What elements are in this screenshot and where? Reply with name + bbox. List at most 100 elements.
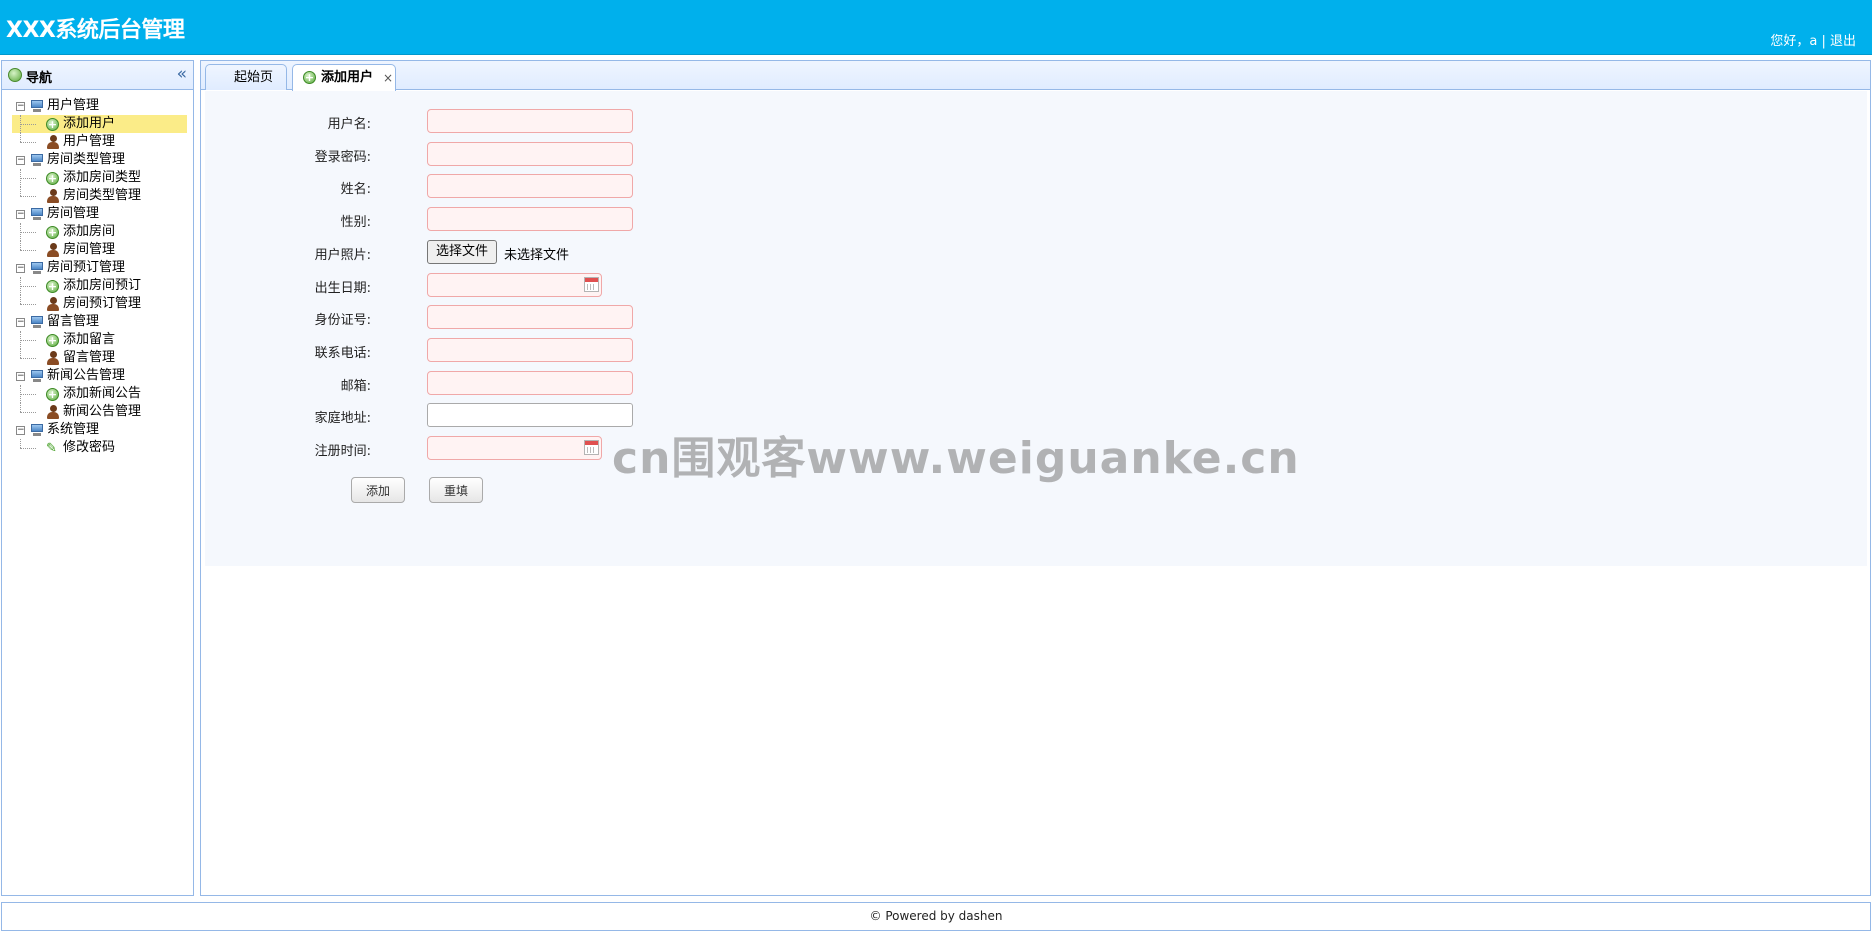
navigation-panel-header: 导航 «: [2, 61, 193, 90]
collapse-icon[interactable]: «: [177, 64, 187, 84]
choose-file-button[interactable]: 选择文件: [427, 240, 498, 264]
field-label: 联系电话:: [314, 346, 371, 361]
field-label: 登录密码:: [314, 150, 371, 165]
add-icon: +: [46, 118, 59, 131]
tree-group-1[interactable]: − 房间类型管理: [12, 151, 187, 169]
tree-item-3-1[interactable]: 房间预订管理: [12, 295, 187, 313]
form-row-0: 用户名:: [205, 109, 805, 133]
text-input[interactable]: [427, 174, 633, 198]
tree-item-1-1[interactable]: 房间类型管理: [12, 187, 187, 205]
computer-icon: [30, 208, 44, 220]
logout-link[interactable]: 退出: [1830, 34, 1856, 49]
tree-item-4-1[interactable]: 留言管理: [12, 349, 187, 367]
main-panel: 起始页 + 添加用户 × 用户名: 登录密码: 姓名: 性别: 用户照片: 选择文件 未选择…: [200, 60, 1871, 896]
add-user-form: 用户名: 登录密码: 姓名: 性别: 用户照片: 选择文件 未选择文件出生日期: 身份证号: 联…: [205, 91, 1867, 566]
text-input[interactable]: [427, 207, 633, 231]
tree-group-label: 新闻公告管理: [47, 368, 126, 383]
computer-icon: [30, 154, 44, 166]
text-input[interactable]: [427, 371, 633, 395]
tree-item-6-0[interactable]: ✎ 修改密码: [12, 439, 187, 457]
tree-item-label: 添加房间预订: [63, 278, 142, 293]
tree-item-0-1[interactable]: 用户管理: [12, 133, 187, 151]
tree-group-5[interactable]: − 新闻公告管理: [12, 367, 187, 385]
computer-icon: [30, 370, 44, 382]
form-row-8: 邮箱:: [205, 371, 805, 395]
collapse-toggle-icon[interactable]: −: [16, 426, 25, 435]
greeting: 您好，a: [1770, 34, 1818, 49]
tree-group-label: 留言管理: [47, 314, 100, 329]
tree-group-4[interactable]: − 留言管理: [12, 313, 187, 331]
collapse-toggle-icon[interactable]: −: [16, 210, 25, 219]
tree-group-6[interactable]: − 系统管理: [12, 421, 187, 439]
globe-icon: [8, 68, 22, 82]
date-input[interactable]: [427, 436, 602, 460]
user-icon: [47, 189, 59, 203]
tree-group-3[interactable]: − 房间预订管理: [12, 259, 187, 277]
tree-item-label: 房间管理: [63, 242, 116, 257]
navigation-panel: 导航 « − 用户管理 + 添加用户 用户管理 − 房间类型管理 + 添加房间类型 房间类型管理 −…: [1, 60, 194, 896]
text-input[interactable]: [427, 142, 633, 166]
field-label: 性别:: [340, 215, 371, 230]
field-label: 姓名:: [340, 182, 371, 197]
form-row-10: 注册时间:: [205, 436, 805, 460]
form-row-1: 登录密码:: [205, 142, 805, 166]
calendar-icon[interactable]: [584, 440, 599, 455]
tree-item-5-1[interactable]: 新闻公告管理: [12, 403, 187, 421]
form-row-7: 联系电话:: [205, 338, 805, 362]
form-row-2: 姓名:: [205, 174, 805, 198]
text-input[interactable]: [427, 109, 633, 133]
collapse-toggle-icon[interactable]: −: [16, 102, 25, 111]
tree-group-2[interactable]: − 房间管理: [12, 205, 187, 223]
tree-item-label: 添加用户: [63, 116, 116, 131]
user-icon: [47, 243, 59, 257]
tree-item-3-0[interactable]: + 添加房间预订: [12, 277, 187, 295]
add-icon: +: [46, 280, 59, 293]
computer-icon: [30, 424, 44, 436]
form-row-3: 性别:: [205, 207, 805, 231]
form-row-5: 出生日期:: [205, 273, 805, 297]
field-label: 注册时间:: [314, 444, 371, 459]
tree-item-1-0[interactable]: + 添加房间类型: [12, 169, 187, 187]
form-row-4: 用户照片: 选择文件 未选择文件: [205, 240, 805, 264]
add-icon: +: [46, 388, 59, 401]
tree-item-2-0[interactable]: + 添加房间: [12, 223, 187, 241]
collapse-toggle-icon[interactable]: −: [16, 264, 25, 273]
field-label: 用户名:: [327, 117, 371, 132]
tab-home[interactable]: 起始页: [205, 64, 287, 90]
field-label: 出生日期:: [314, 281, 371, 296]
submit-button[interactable]: 添加: [351, 477, 405, 503]
form-actions: 添加 重填: [205, 477, 805, 503]
tree-item-4-0[interactable]: + 添加留言: [12, 331, 187, 349]
field-label: 身份证号:: [314, 313, 371, 328]
calendar-icon[interactable]: [584, 277, 599, 292]
tree-item-label: 房间预订管理: [63, 296, 142, 311]
computer-icon: [30, 262, 44, 274]
close-icon[interactable]: ×: [383, 66, 393, 90]
date-input[interactable]: [427, 273, 602, 297]
tree-item-label: 用户管理: [63, 134, 116, 149]
add-icon: +: [46, 334, 59, 347]
user-icon: [47, 135, 59, 149]
add-icon: +: [46, 172, 59, 185]
tree-item-label: 留言管理: [63, 350, 116, 365]
tree-group-label: 用户管理: [47, 98, 100, 113]
tree-item-0-0[interactable]: + 添加用户: [12, 115, 187, 133]
tree-group-label: 房间预订管理: [47, 260, 126, 275]
tree-item-5-0[interactable]: + 添加新闻公告: [12, 385, 187, 403]
form-row-9: 家庭地址:: [205, 403, 805, 427]
tree-group-label: 房间类型管理: [47, 152, 126, 167]
tree-group-0[interactable]: − 用户管理: [12, 97, 187, 115]
text-input[interactable]: [427, 338, 633, 362]
text-input[interactable]: [427, 403, 633, 427]
text-input[interactable]: [427, 305, 633, 329]
reset-button[interactable]: 重填: [429, 477, 483, 503]
collapse-toggle-icon[interactable]: −: [16, 156, 25, 165]
tree-item-label: 添加新闻公告: [63, 386, 142, 401]
navigation-title: 导航: [26, 71, 53, 86]
collapse-toggle-icon[interactable]: −: [16, 372, 25, 381]
collapse-toggle-icon[interactable]: −: [16, 318, 25, 327]
tab-add-user[interactable]: + 添加用户 ×: [292, 64, 396, 91]
tree-group-label: 房间管理: [47, 206, 100, 221]
app-header: XXX系统后台管理 您好，a | 退出: [0, 0, 1872, 55]
tree-item-2-1[interactable]: 房间管理: [12, 241, 187, 259]
